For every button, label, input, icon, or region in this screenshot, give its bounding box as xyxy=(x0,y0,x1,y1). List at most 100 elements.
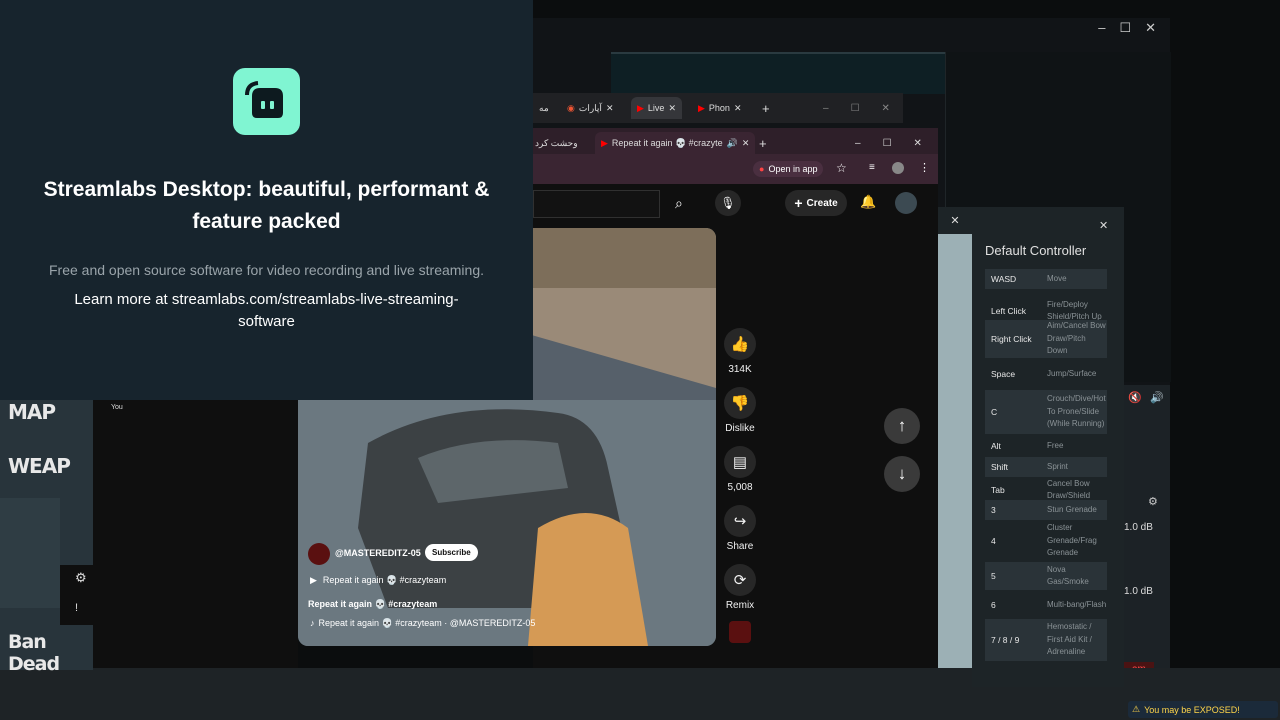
share-button[interactable]: ↪ Share xyxy=(710,505,770,552)
dislike-button[interactable]: 👎 Dislike xyxy=(710,387,770,434)
control-row: 7 / 8 / 9 Hemostatic / First Aid Kit / Ad… xyxy=(985,619,1107,661)
close-icon[interactable]: ✕ xyxy=(742,138,750,149)
maximize-icon[interactable]: ☐ xyxy=(851,103,860,114)
audio-icon[interactable]: 🔊 xyxy=(727,138,738,149)
menu-icon[interactable]: ⋮ xyxy=(919,161,930,174)
like-count: 314K xyxy=(728,364,752,375)
video-description: Repeat it again 💀 #crazyteam xyxy=(308,599,438,609)
maximize-icon[interactable]: ☐ xyxy=(883,138,892,149)
next-video-button[interactable]: ↓ xyxy=(884,456,920,492)
tab-active[interactable]: ▶ Repeat it again 💀 #crazyte 🔊 ✕ xyxy=(595,132,756,154)
tab[interactable]: ▶ Live ✕ xyxy=(631,97,682,119)
sound-row[interactable]: ♪ Repeat it again 💀 #crazyteam · @MASTERE… xyxy=(310,618,535,629)
control-row: Tab Cancel Bow Draw/Shield xyxy=(991,478,1091,501)
close-icon[interactable]: ✕ xyxy=(1145,20,1156,36)
address-bar: ● Open in app ☆ ≡ ⋮ xyxy=(533,154,938,184)
bookmark-star-icon[interactable]: ☆ xyxy=(836,161,847,175)
control-row: Space Jump/Surface xyxy=(991,368,1097,379)
video-title-row: ▶ Repeat it again 💀 #crazyteam xyxy=(310,575,446,586)
close-icon[interactable]: ✕ xyxy=(882,103,890,114)
plus-icon: + xyxy=(794,195,803,211)
you-label[interactable]: You xyxy=(111,404,123,411)
control-row: WASD Move xyxy=(985,269,1107,289)
audio-mixer-panel: 🔇 🔊 ⚙ 1.0 dB 1.0 dB am xyxy=(1120,385,1170,685)
exposed-toast[interactable]: ⚠ You may be EXPOSED! xyxy=(1128,701,1278,718)
warning-icon: ⚠ xyxy=(1132,704,1141,714)
control-row: C Crouch/Dive/Hot To Prone/Slide (While R… xyxy=(985,390,1107,434)
aparat-icon: ◉ xyxy=(567,102,575,113)
open-in-app-button[interactable]: ● Open in app xyxy=(753,161,824,177)
tab-bar: وحشت كرد ▶ Repeat it again 💀 #crazyte 🔊 ✕ +… xyxy=(533,128,938,154)
speaker-icon[interactable]: 🔊 xyxy=(1150,391,1164,404)
close-icon[interactable]: ✕ xyxy=(668,103,676,114)
control-row: 6 Multi-bang/Flash xyxy=(991,599,1107,610)
tab[interactable]: مه xyxy=(539,97,549,119)
gear-icon[interactable]: ⚙ xyxy=(1148,495,1158,508)
window-controls: – ☐ ✕ xyxy=(1098,20,1156,36)
control-row: 3 Stun Grenade xyxy=(985,500,1107,520)
channel-name[interactable]: @MASTEREDITZ-05 xyxy=(335,548,421,558)
tab[interactable]: ▶ Phon ✕ xyxy=(698,97,742,119)
tab[interactable]: ◉ آپارات ✕ xyxy=(567,97,613,119)
game-overlay: MAP WEAP Ban Dead xyxy=(0,398,93,675)
settings-icon[interactable]: ⚙ xyxy=(75,570,87,586)
remix-icon: ⟳ xyxy=(724,564,756,596)
remix-button[interactable]: ⟳ Remix xyxy=(710,564,770,611)
tab[interactable]: وحشت كرد xyxy=(535,132,578,154)
close-icon[interactable]: ✕ xyxy=(938,207,972,234)
subscribe-button[interactable]: Subscribe xyxy=(425,544,478,561)
streamlabs-logo-icon xyxy=(233,68,300,135)
control-row: Alt Free xyxy=(991,440,1064,451)
search-icon[interactable]: ⌕ xyxy=(675,195,683,212)
account-avatar[interactable] xyxy=(895,192,917,214)
close-icon[interactable]: ✕ xyxy=(914,138,922,149)
controller-panel: ✕ Default Controller WASD Move Left Click… xyxy=(972,207,1124,687)
footer-label: Ban Dead xyxy=(8,631,60,675)
create-button[interactable]: + Create xyxy=(785,190,847,216)
learn-more-link[interactable]: Learn more at streamlabs.com/streamlabs-… xyxy=(60,289,473,333)
microphone-icon[interactable]: 🎙 xyxy=(715,190,741,216)
video-title: Repeat it again 💀 #crazyteam xyxy=(322,575,447,585)
streamlabs-banner: Streamlabs Desktop: beautiful, performan… xyxy=(0,0,533,400)
media-icon[interactable]: ≡ xyxy=(869,162,875,173)
tab-label: Phon xyxy=(708,103,730,113)
comments-button[interactable]: ▤ 5,008 xyxy=(710,446,770,493)
panel-title: Default Controller xyxy=(985,243,1087,258)
control-row: Shift Sprint xyxy=(985,457,1107,477)
youtube-icon: ▶ xyxy=(601,137,608,148)
close-icon[interactable]: ✕ xyxy=(606,103,614,114)
dislike-label: Dislike xyxy=(725,423,755,434)
sound-label: Repeat it again 💀 #crazyteam · @MASTERED… xyxy=(318,618,536,628)
weapon-label: WEAP xyxy=(8,454,71,478)
new-tab-button[interactable]: + xyxy=(762,97,770,119)
channel-avatar[interactable] xyxy=(308,543,330,565)
arrow-up-icon: ↑ xyxy=(897,416,907,435)
control-row: 5 Nova Gas/Smoke xyxy=(985,562,1107,590)
mixer-db-value: 1.0 dB xyxy=(1124,522,1153,533)
comment-icon: ▤ xyxy=(724,446,756,478)
youtube-left-panel: You xyxy=(93,400,298,668)
like-button[interactable]: 👍 314K xyxy=(710,328,770,375)
tab-label: مه xyxy=(539,102,549,113)
banner-title: Streamlabs Desktop: beautiful, performan… xyxy=(43,178,490,233)
minimize-icon[interactable]: – xyxy=(1098,20,1105,36)
minimize-icon[interactable]: – xyxy=(823,103,829,114)
mute-icon[interactable]: 🔇 xyxy=(1128,391,1142,404)
banner-subtitle: Free and open source software for video … xyxy=(48,262,484,278)
youtube-icon: ▶ xyxy=(637,102,644,113)
close-icon[interactable]: ✕ xyxy=(734,103,742,114)
sound-thumbnail[interactable] xyxy=(729,621,751,643)
background-preview-edge xyxy=(938,230,972,668)
control-row: 4 Cluster Grenade/Frag Grenade xyxy=(991,523,1097,558)
youtube-icon: ● xyxy=(759,164,765,174)
previous-video-button[interactable]: ↑ xyxy=(884,408,920,444)
new-tab-button[interactable]: + xyxy=(759,132,767,154)
profile-avatar[interactable] xyxy=(892,162,904,174)
back-browser-window: مه ◉ آپارات ✕ ▶ Live ✕ ▶ Phon ✕ + – ☐ ✕ xyxy=(533,93,903,123)
notifications-bell-icon[interactable]: 🔔 xyxy=(860,194,876,210)
maximize-icon[interactable]: ☐ xyxy=(1119,20,1131,36)
close-icon[interactable]: ✕ xyxy=(1099,219,1108,232)
search-input[interactable] xyxy=(533,190,660,218)
minimize-icon[interactable]: – xyxy=(855,138,861,149)
feedback-icon[interactable]: ! xyxy=(75,602,78,614)
